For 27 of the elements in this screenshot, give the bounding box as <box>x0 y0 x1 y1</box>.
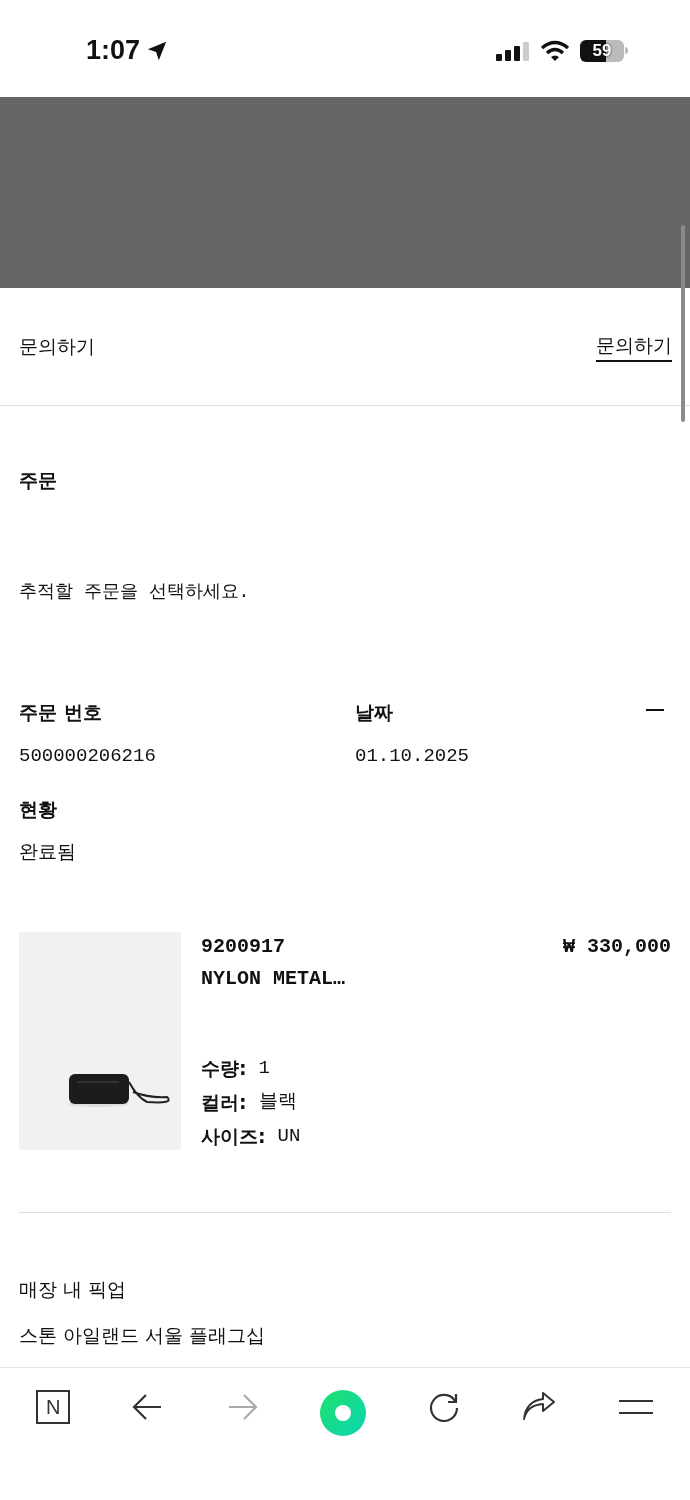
store-name: 스톤 아일랜드 서울 플래그십 <box>19 1323 267 1348</box>
detail-value: UN <box>277 1123 301 1149</box>
pickup-title: 매장 내 픽업 <box>19 1276 128 1302</box>
order-date: 01.10.2025 <box>355 744 471 769</box>
minus-icon <box>646 708 664 711</box>
order-number: 500000206216 <box>19 744 157 769</box>
field-label: 날짜 <box>355 699 394 725</box>
clock: 1:07 <box>86 34 141 68</box>
detail-label: 컬러: <box>201 1089 247 1115</box>
wifi-icon <box>540 39 570 62</box>
product-name: NYLON METAL… <box>201 965 347 992</box>
order-status: 완료됨 <box>19 839 77 864</box>
detail-label: 수량: <box>201 1055 247 1081</box>
detail-label: 사이즈: <box>201 1123 266 1149</box>
field-label: 주문 번호 <box>19 699 103 725</box>
product-code: 9200917 <box>201 933 285 960</box>
inquiry-title: 문의하기 <box>19 334 95 360</box>
section-title: 주문 <box>19 468 58 493</box>
inquiry-link[interactable]: 문의하기 <box>596 330 672 363</box>
home-button[interactable]: N <box>36 1390 71 1424</box>
product-price: ₩ 330,000 <box>562 933 671 960</box>
field-label: 현황 <box>19 796 58 822</box>
prompt-text: 추적할 주문을 선택하세요. <box>19 580 251 604</box>
detail-value: 1 <box>258 1055 270 1081</box>
detail-value: 블랙 <box>258 1089 297 1115</box>
signal-icon <box>496 40 530 61</box>
location-arrow-icon <box>146 39 169 62</box>
